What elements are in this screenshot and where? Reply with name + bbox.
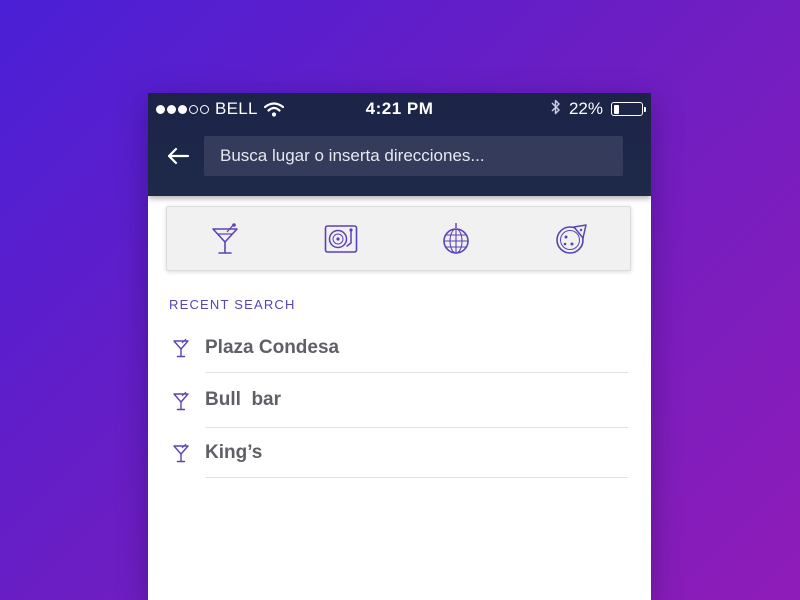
wifi-icon (263, 101, 284, 117)
pizza-icon (556, 223, 587, 254)
carrier-name: BELL (215, 99, 258, 118)
battery-percent: 22% (568, 99, 603, 118)
category-bar (166, 206, 631, 271)
phone-screen: BELL 4:21 PM 22% Busca lugar o inserta d… (148, 93, 651, 600)
category-food-button[interactable] (542, 214, 602, 264)
disco-ball-icon (443, 222, 470, 254)
category-party-button[interactable] (426, 214, 486, 264)
bluetooth-icon (551, 98, 561, 121)
recent-search-list: Plaza Condesa Bull bar King’s (172, 323, 628, 478)
cocktail-icon (212, 222, 238, 254)
recent-item-label: King’s (205, 428, 628, 478)
app-header: BELL 4:21 PM 22% (148, 93, 651, 196)
recent-item-label: Plaza Condesa (205, 323, 628, 373)
search-input[interactable] (204, 136, 623, 176)
battery-icon (611, 102, 646, 116)
list-item[interactable]: King’s (172, 428, 628, 478)
signal-strength-icon (156, 104, 209, 114)
turntable-icon (324, 224, 357, 253)
status-bar: BELL 4:21 PM 22% (148, 93, 651, 125)
cocktail-icon (172, 391, 190, 411)
recent-search-heading: RECENT SEARCH (169, 297, 296, 312)
list-item[interactable]: Bull bar (172, 373, 628, 428)
category-cocktail-button[interactable] (195, 214, 255, 264)
recent-item-label: Bull bar (205, 373, 628, 428)
arrow-left-icon[interactable] (166, 143, 192, 169)
category-music-button[interactable] (311, 214, 371, 264)
search-row (148, 125, 651, 176)
cocktail-icon (172, 443, 190, 463)
cocktail-icon (172, 338, 190, 358)
list-item[interactable]: Plaza Condesa (172, 323, 628, 373)
